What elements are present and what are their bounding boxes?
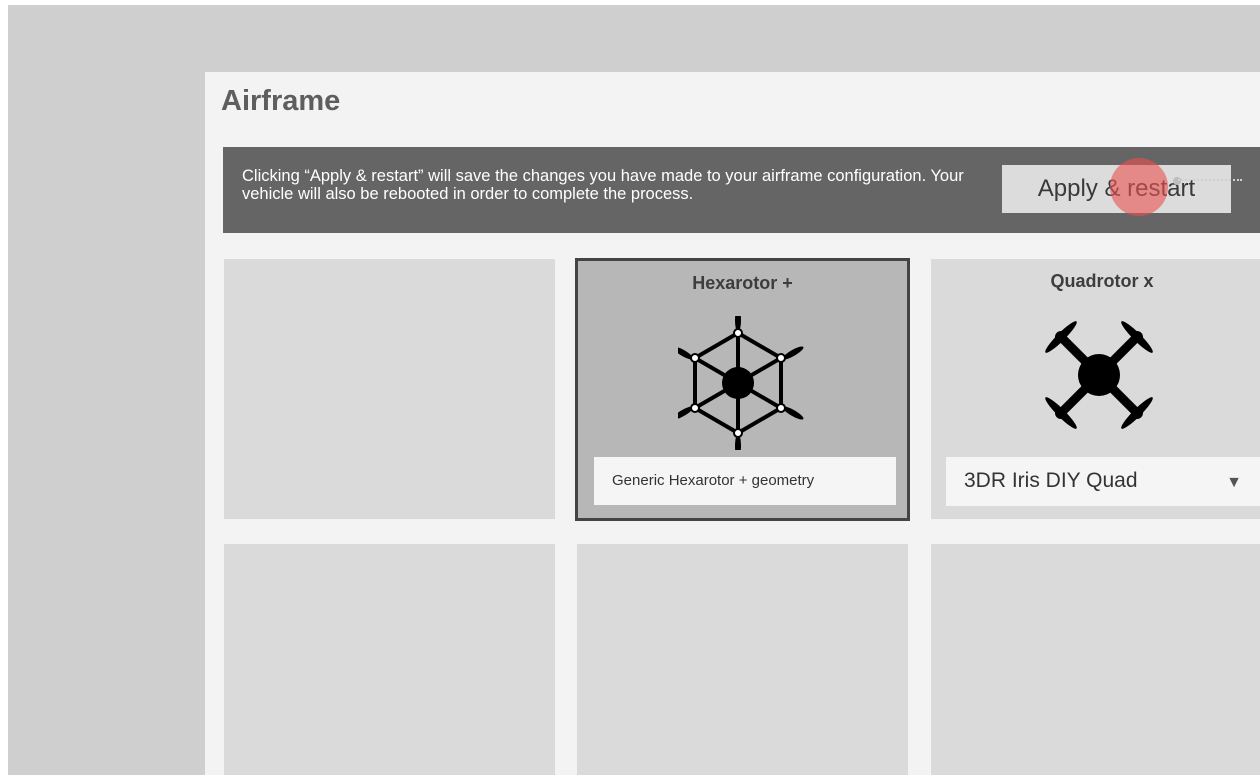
page-title: Airframe: [221, 85, 341, 117]
top-toolbar: [8, 5, 1260, 72]
apply-restart-button[interactable]: Apply & restart: [1002, 165, 1231, 213]
airframe-tile-hexarotor-plus[interactable]: Hexarotor + Generic Hexarotor + geometry: [575, 258, 910, 521]
sidebar: [8, 72, 205, 775]
apply-restart-banner: Clicking “Apply & restart” will save the…: [223, 147, 1260, 233]
airframe-tile[interactable]: [931, 544, 1260, 775]
airframe-tile-empty[interactable]: [224, 259, 555, 519]
airframe-config-dropdown[interactable]: 3DR Iris DIY Quad ▼: [946, 457, 1260, 506]
airframe-tile-quadrotor-x[interactable]: Quadrotor x 3DR Iris DIY Quad ▼: [931, 259, 1260, 519]
dotted-guide: [1178, 179, 1242, 185]
chevron-down-icon: ▼: [1226, 474, 1242, 491]
quadrotor-x-icon: [1045, 321, 1153, 429]
airframe-config-label: Generic Hexarotor + geometry: [594, 457, 896, 505]
hexarotor-plus-icon: [678, 316, 804, 450]
tile-title: Hexarotor +: [692, 273, 793, 293]
airframe-tile[interactable]: [224, 544, 555, 775]
app-window: Airframe Clicking “Apply & restart” will…: [8, 5, 1260, 775]
banner-message: Clicking “Apply & restart” will save the…: [242, 167, 964, 203]
dropdown-value: 3DR Iris DIY Quad: [964, 469, 1138, 492]
tile-title: Quadrotor x: [1050, 271, 1154, 291]
airframe-tile[interactable]: [577, 544, 908, 775]
